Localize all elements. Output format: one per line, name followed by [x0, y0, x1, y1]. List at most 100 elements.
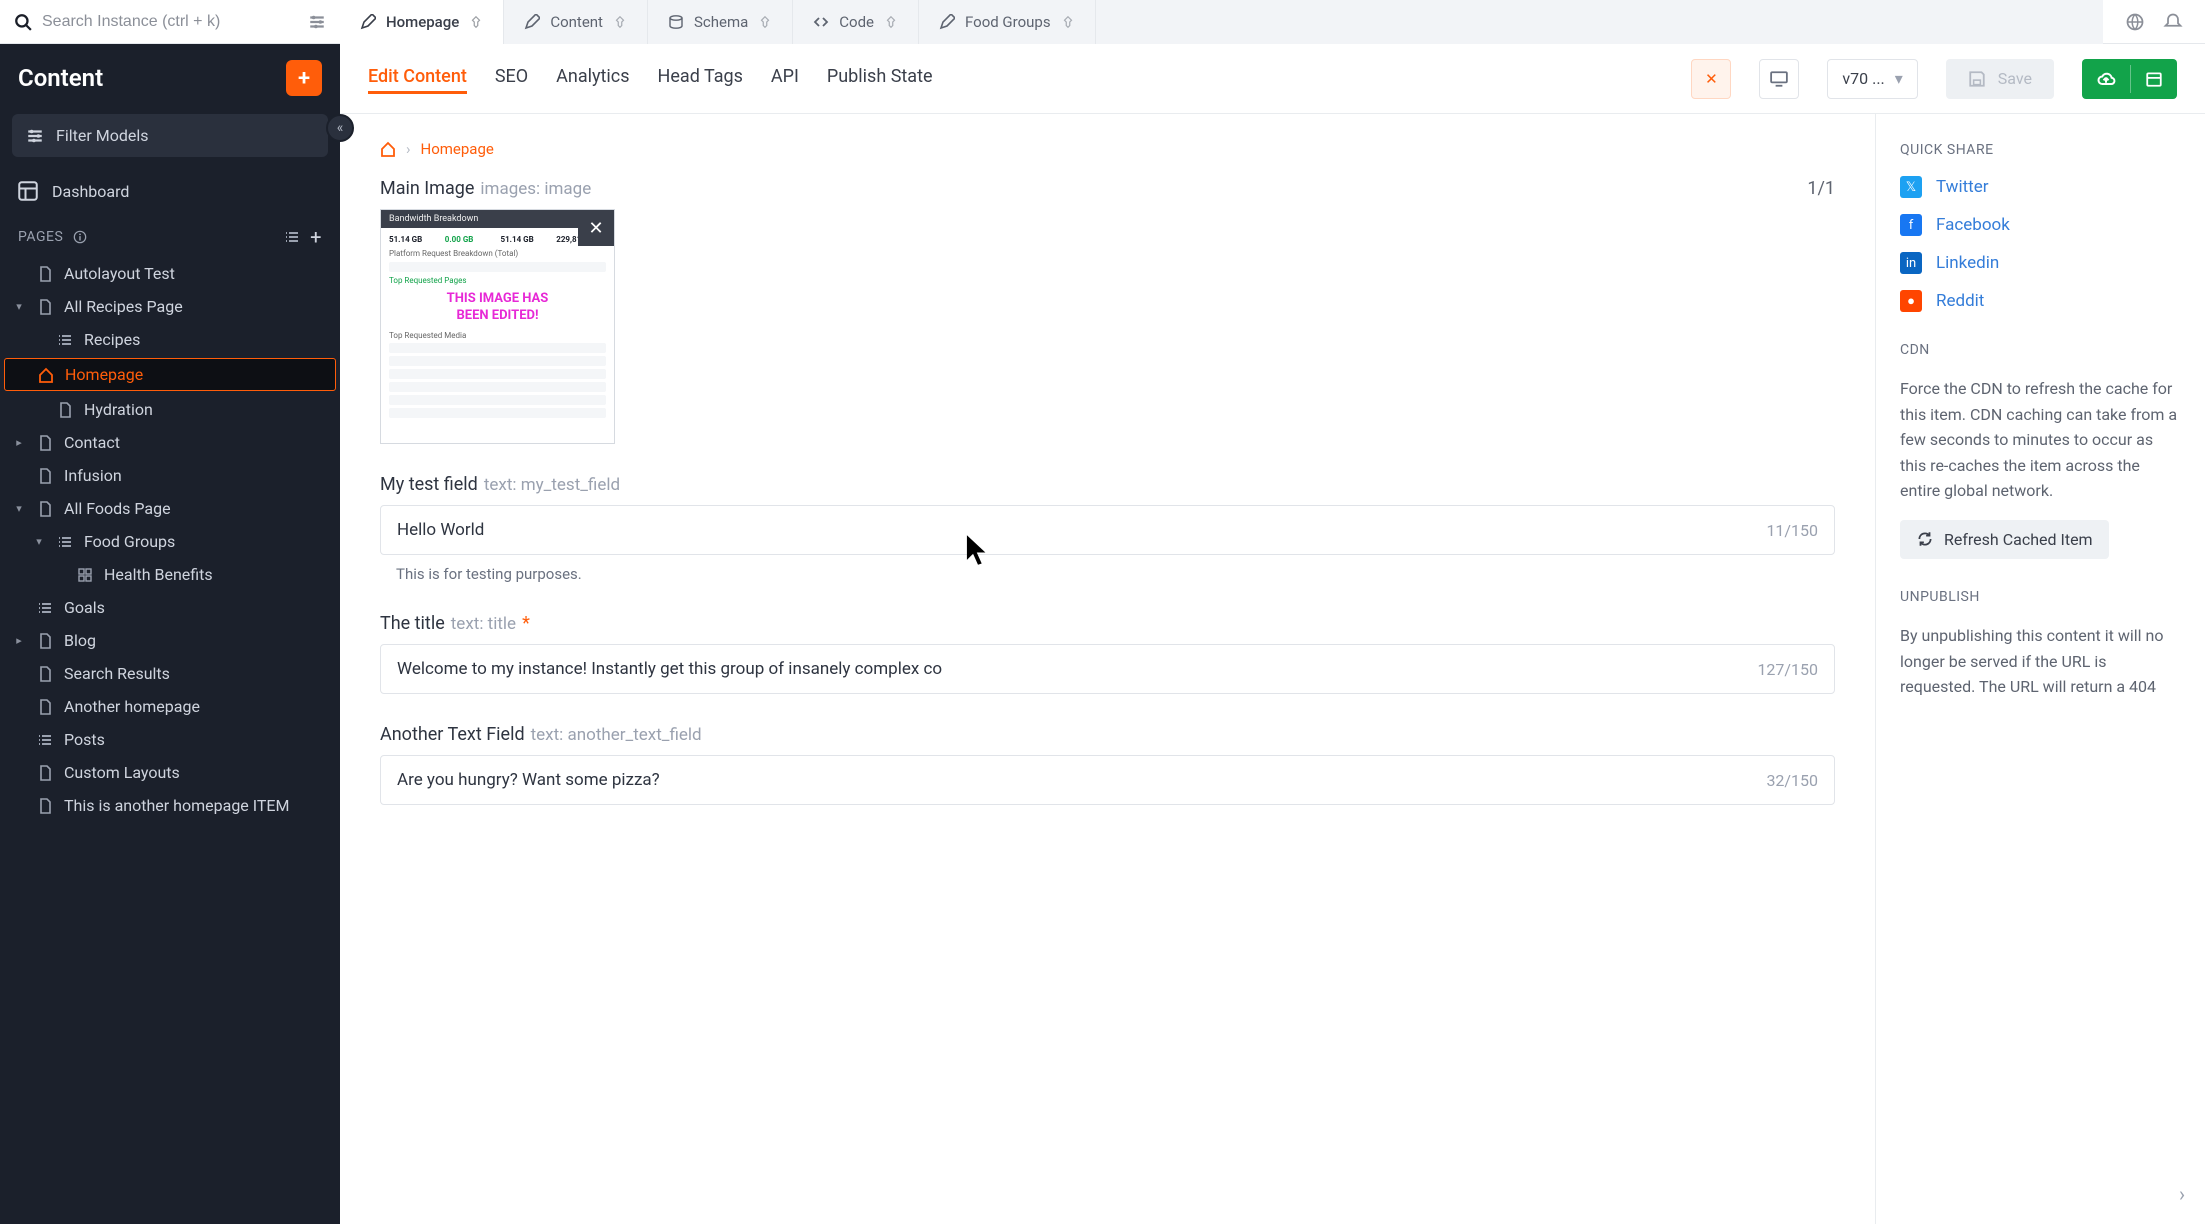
doc-icon: [36, 632, 54, 650]
pencil-icon: [939, 14, 955, 30]
tree-item-hydration[interactable]: Hydration: [0, 393, 340, 426]
tree-item-autolayout-test[interactable]: Autolayout Test: [0, 257, 340, 290]
save-button[interactable]: Save: [1946, 59, 2054, 99]
tab-food-groups[interactable]: Food Groups: [919, 0, 1096, 44]
filter-label: Filter Models: [56, 126, 148, 145]
reddit-icon: ●: [1900, 290, 1922, 312]
search-input[interactable]: [42, 13, 298, 31]
filter-models[interactable]: Filter Models: [12, 114, 328, 157]
list-icon: [56, 331, 74, 349]
unpublish-text: By unpublishing this content it will no …: [1900, 623, 2181, 695]
editor: › Homepage Main Image images: image 1/1 …: [340, 114, 1875, 1224]
sidebar: Content + « Filter Models Dashboard PAGE…: [0, 44, 340, 1224]
share-twitter[interactable]: 𝕏Twitter: [1900, 176, 2181, 198]
subtab-edit-content[interactable]: Edit Content: [368, 66, 467, 94]
publish-button[interactable]: [2082, 59, 2177, 99]
tree-item-search-results[interactable]: Search Results: [0, 657, 340, 690]
tree-item-all-recipes-page[interactable]: ▾All Recipes Page: [0, 290, 340, 323]
tree-item-recipes[interactable]: Recipes: [0, 323, 340, 356]
cloud-upload-icon: [2096, 69, 2116, 89]
cdn-text: Force the CDN to refresh the cache for t…: [1900, 376, 2181, 504]
search-wrap: [0, 13, 340, 31]
tab-schema[interactable]: Schema: [648, 0, 793, 44]
tabstrip: HomepageContentSchemaCodeFood Groups: [340, 0, 2103, 44]
pin-icon[interactable]: [469, 15, 483, 29]
bell-icon[interactable]: [2163, 12, 2183, 32]
info-icon[interactable]: [73, 230, 87, 244]
tree-item-custom-layouts[interactable]: Custom Layouts: [0, 756, 340, 789]
share-reddit[interactable]: ●Reddit: [1900, 290, 2181, 312]
sidebar-title: Content: [18, 64, 103, 92]
tab-code[interactable]: Code: [793, 0, 919, 44]
sliders-icon[interactable]: [308, 13, 326, 31]
tree-item-this-is-another-homepage-item[interactable]: This is another homepage ITEM: [0, 789, 340, 822]
required-mark: *: [522, 613, 530, 634]
expand-panel-icon[interactable]: ›: [2179, 1182, 2185, 1206]
globe-icon[interactable]: [2125, 12, 2145, 32]
subtab-seo[interactable]: SEO: [495, 66, 528, 91]
cdn-heading: CDN: [1900, 342, 2181, 358]
unpublish-heading: UNPUBLISH: [1900, 589, 2181, 605]
preview-button[interactable]: [1759, 59, 1799, 99]
field-another: Another Text Field text: another_text_fi…: [380, 724, 1835, 805]
pin-icon[interactable]: [613, 15, 627, 29]
chevron-icon[interactable]: ▸: [12, 436, 26, 449]
image-thumbnail[interactable]: ✕ Bandwidth Breakdown 51.14 GB 0.00 GB 5…: [380, 209, 615, 444]
doc-icon: [36, 265, 54, 283]
save-icon: [1968, 70, 1986, 88]
tab-content[interactable]: Content: [504, 0, 648, 44]
title-input[interactable]: Welcome to my instance! Instantly get th…: [380, 644, 1835, 694]
tree-item-blog[interactable]: ▸Blog: [0, 624, 340, 657]
tree-item-another-homepage[interactable]: Another homepage: [0, 690, 340, 723]
add-button[interactable]: +: [286, 60, 322, 96]
linkedin-icon: in: [1900, 252, 1922, 274]
chevron-icon[interactable]: ▾: [12, 502, 26, 515]
my-test-input[interactable]: Hello World 11/150: [380, 505, 1835, 555]
pencil-icon: [524, 14, 540, 30]
tree-item-health-benefits[interactable]: Health Benefits: [0, 558, 340, 591]
field-help: This is for testing purposes.: [396, 565, 1835, 583]
tree-item-all-foods-page[interactable]: ▾All Foods Page: [0, 492, 340, 525]
tab-homepage[interactable]: Homepage: [340, 0, 504, 44]
remove-image-button[interactable]: ✕: [578, 210, 614, 246]
chevron-icon[interactable]: ▸: [12, 634, 26, 647]
tree-item-goals[interactable]: Goals: [0, 591, 340, 624]
share-facebook[interactable]: fFacebook: [1900, 214, 2181, 236]
field-label: The title: [380, 613, 445, 634]
tree-item-infusion[interactable]: Infusion: [0, 459, 340, 492]
doc-icon: [36, 797, 54, 815]
tree-item-posts[interactable]: Posts: [0, 723, 340, 756]
chevron-icon[interactable]: ▾: [12, 300, 26, 313]
tree-item-food-groups[interactable]: ▾Food Groups: [0, 525, 340, 558]
field-label: My test field: [380, 474, 478, 495]
pages-header: PAGES +: [0, 211, 340, 257]
list-view-icon[interactable]: [284, 229, 300, 245]
pin-icon[interactable]: [1061, 15, 1075, 29]
add-page-icon[interactable]: +: [310, 225, 322, 249]
breadcrumb[interactable]: › Homepage: [380, 140, 1835, 158]
chevron-icon[interactable]: ▾: [32, 535, 46, 548]
pin-icon[interactable]: [758, 15, 772, 29]
tree-item-contact[interactable]: ▸Contact: [0, 426, 340, 459]
overlay-line1: THIS IMAGE HAS: [447, 291, 549, 306]
version-select[interactable]: v70 ... ▾: [1827, 59, 1917, 99]
list-icon: [36, 599, 54, 617]
subtab-head-tags[interactable]: Head Tags: [658, 66, 743, 91]
chevron-down-icon: ▾: [1895, 69, 1903, 88]
doc-icon: [36, 434, 54, 452]
doc-icon: [36, 500, 54, 518]
nav-dashboard[interactable]: Dashboard: [0, 171, 340, 211]
facebook-icon: f: [1900, 214, 1922, 236]
tree-item-homepage[interactable]: Homepage: [4, 358, 336, 391]
subtab-publish-state[interactable]: Publish State: [827, 66, 933, 91]
refresh-cache-button[interactable]: Refresh Cached Item: [1900, 520, 2109, 559]
subtab-api[interactable]: API: [771, 66, 799, 91]
subtab-analytics[interactable]: Analytics: [556, 66, 629, 91]
collapse-sidebar-icon[interactable]: «: [326, 114, 354, 142]
another-input[interactable]: Are you hungry? Want some pizza? 32/150: [380, 755, 1835, 805]
close-button[interactable]: ✕: [1691, 59, 1731, 99]
doc-icon: [36, 665, 54, 683]
share-linkedin[interactable]: inLinkedin: [1900, 252, 2181, 274]
doc-icon: [36, 467, 54, 485]
pin-icon[interactable]: [884, 15, 898, 29]
